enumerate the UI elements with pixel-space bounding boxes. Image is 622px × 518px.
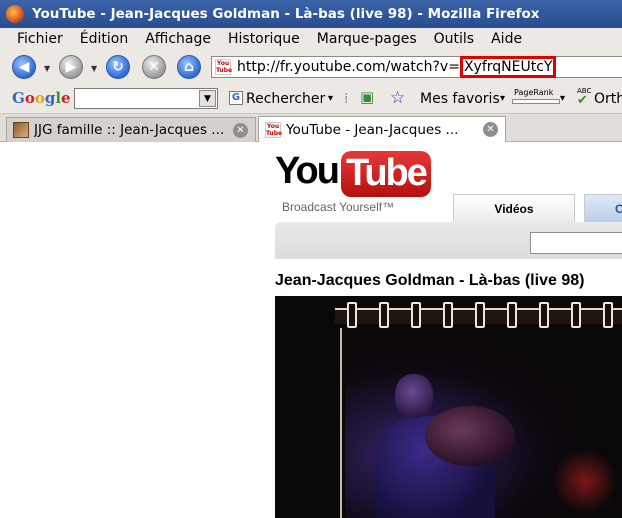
chevron-down-icon[interactable]: ▼	[199, 90, 216, 107]
menu-edition[interactable]: Édition	[80, 31, 128, 47]
menu-marque-pages[interactable]: Marque-pages	[317, 31, 417, 47]
youtube-tagline: Broadcast Yourself™	[282, 200, 395, 214]
back-arrow-icon[interactable]: ◀	[12, 55, 36, 79]
google-toolbar: Google ▼ G Rechercher ▾ ⁞ ▣ ☆ Mes favori…	[0, 84, 622, 114]
image-icon[interactable]: ▣	[360, 88, 374, 106]
youtube-favicon-icon: You Tube	[215, 59, 233, 75]
film-perforation	[443, 302, 453, 328]
reload-icon[interactable]: ↻	[106, 55, 130, 79]
menu-bar: Fichier Édition Affichage Historique Mar…	[0, 28, 622, 50]
forward-arrow-icon[interactable]: ▶	[59, 55, 83, 79]
tab-strip: JJG famille :: Jean-Jacques ... ✕ You Tub…	[0, 114, 622, 143]
youtube-logo[interactable]: You Tube	[275, 151, 431, 197]
film-perforation	[539, 302, 549, 328]
tab-videos-label: Vidéos	[494, 202, 534, 216]
logo-you-text: You	[275, 150, 340, 192]
forward-history-dropdown-icon[interactable]: ▼	[91, 64, 97, 73]
menu-fichier[interactable]: Fichier	[17, 31, 63, 47]
url-video-id-highlight: XyfrqNEUtcY	[459, 56, 557, 78]
toolbar-separator-icon: ⁞	[344, 91, 349, 107]
url-prefix: http://fr.youtube.com/watch?v=	[237, 59, 460, 75]
tab-jjg-famille[interactable]: JJG famille :: Jean-Jacques ... ✕	[6, 117, 256, 142]
spellcheck-button[interactable]: Orth	[594, 91, 622, 107]
window-title: YouTube - Jean-Jacques Goldman - Là-bas …	[32, 6, 540, 22]
menu-aide[interactable]: Aide	[491, 31, 522, 47]
film-perforation	[603, 302, 613, 328]
film-perforation	[571, 302, 581, 328]
film-perforation	[347, 302, 357, 328]
tab-label: JJG famille :: Jean-Jacques ...	[34, 122, 225, 138]
navigation-toolbar: ◀ ▼ ▶ ▼ ↻ ✕ ⌂ You Tube http://fr.youtube.…	[0, 50, 622, 84]
youtube-favicon-icon: You Tube	[265, 122, 283, 138]
chevron-down-icon[interactable]: ▾	[560, 93, 565, 104]
stop-icon[interactable]: ✕	[142, 55, 166, 79]
film-perforation	[475, 302, 485, 328]
google-search-input[interactable]: ▼	[74, 88, 218, 109]
google-search-button[interactable]: Rechercher	[246, 91, 325, 107]
close-icon[interactable]: ✕	[233, 123, 248, 138]
film-perforation	[507, 302, 517, 328]
close-icon[interactable]: ✕	[483, 122, 498, 137]
pagerank-label: PageRank	[514, 88, 554, 97]
google-logo[interactable]: Google	[12, 89, 71, 107]
home-icon[interactable]: ⌂	[177, 55, 201, 79]
tab-channels-label: C	[615, 202, 622, 216]
film-edge	[340, 328, 342, 518]
video-title: Jean-Jacques Goldman - Là-bas (live 98)	[275, 272, 585, 289]
firefox-icon	[6, 5, 24, 23]
performer-head	[395, 374, 433, 418]
film-perforation	[411, 302, 421, 328]
pagerank-bar	[512, 99, 560, 104]
checkmark-icon[interactable]: ✔	[577, 93, 588, 108]
chevron-down-icon[interactable]: ▾	[328, 93, 333, 104]
video-player[interactable]	[275, 296, 622, 518]
google-g-icon: G	[229, 91, 243, 105]
logo-tube-text: Tube	[340, 151, 431, 197]
menu-outils[interactable]: Outils	[434, 31, 474, 47]
tab-youtube[interactable]: You Tube YouTube - Jean-Jacques ... ✕	[258, 116, 506, 143]
youtube-search-input[interactable]	[530, 232, 622, 254]
menu-historique[interactable]: Historique	[228, 31, 300, 47]
menu-affichage[interactable]: Affichage	[145, 31, 211, 47]
tab-label: YouTube - Jean-Jacques ...	[286, 122, 459, 138]
jjg-favicon-icon	[13, 122, 29, 138]
tab-videos[interactable]: Vidéos	[453, 194, 575, 223]
performer-arm	[425, 406, 515, 466]
youtube-search-bar	[275, 222, 622, 259]
window-title-bar: YouTube - Jean-Jacques Goldman - Là-bas …	[0, 0, 622, 28]
stage-red-light	[555, 446, 615, 516]
star-icon[interactable]: ☆	[390, 88, 405, 108]
url-bar[interactable]: You Tube http://fr.youtube.com/watch?v= X…	[211, 56, 622, 78]
film-perforation	[379, 302, 389, 328]
page-content: You Tube Broadcast Yourself™ Vidéos C Je…	[0, 142, 622, 518]
chevron-down-icon[interactable]: ▾	[500, 93, 505, 104]
favorites-menu-button[interactable]: Mes favoris	[420, 91, 500, 107]
tab-channels[interactable]: C	[584, 194, 622, 223]
back-history-dropdown-icon[interactable]: ▼	[44, 64, 50, 73]
